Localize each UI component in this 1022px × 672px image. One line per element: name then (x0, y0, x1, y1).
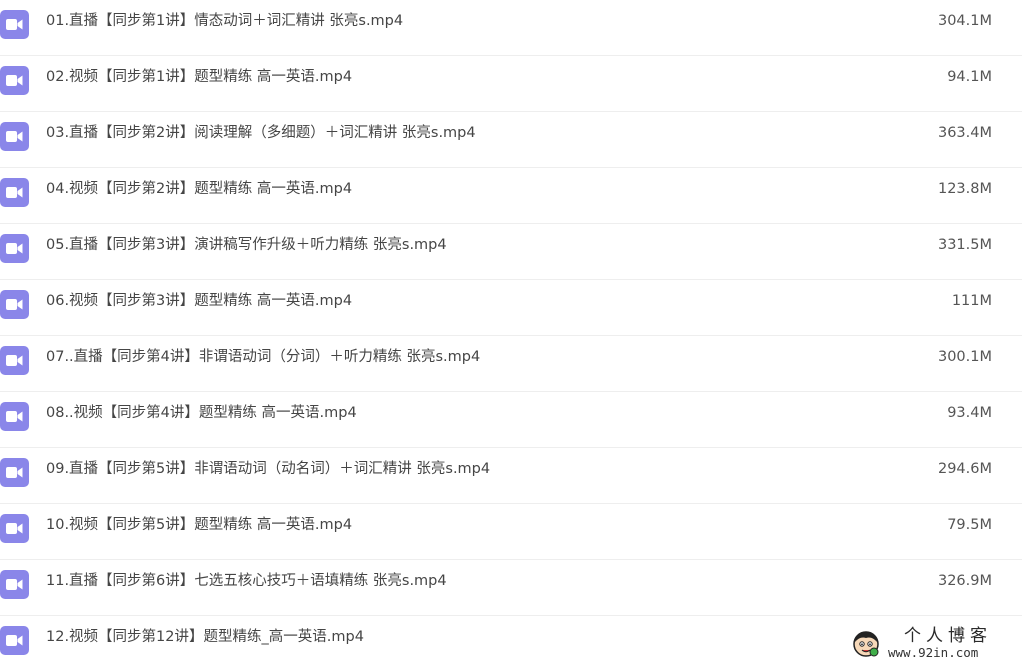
file-name[interactable]: 02.视频【同步第1讲】题型精练 高一英语.mp4 (46, 67, 352, 87)
file-size: 326.9M (937, 573, 992, 589)
video-icon (0, 458, 29, 487)
file-row[interactable]: 07..直播【同步第4讲】非谓语动词（分词）＋听力精练 张亮s.mp4 300.… (0, 336, 1022, 392)
file-size: 304.1M (937, 13, 992, 29)
file-size: 94.1M (947, 69, 992, 85)
file-row[interactable]: 09.直播【同步第5讲】非谓语动词（动名词）＋词汇精讲 张亮s.mp4 294.… (0, 448, 1022, 504)
video-icon (0, 570, 29, 599)
watermark: 个人博客 www.92in.com (852, 626, 1012, 662)
file-row[interactable]: 05.直播【同步第3讲】演讲稿写作升级＋听力精练 张亮s.mp4 331.5M (0, 224, 1022, 280)
file-size: 294.6M (937, 461, 992, 477)
file-size: 123.8M (937, 181, 992, 197)
watermark-title: 个人博客 (904, 626, 992, 646)
file-size: 331.5M (937, 237, 992, 253)
file-name[interactable]: 09.直播【同步第5讲】非谓语动词（动名词）＋词汇精讲 张亮s.mp4 (46, 459, 490, 479)
video-icon (0, 178, 29, 207)
file-row[interactable]: 11.直播【同步第6讲】七选五核心技巧＋语填精练 张亮s.mp4 326.9M (0, 560, 1022, 616)
video-icon (0, 122, 29, 151)
file-row[interactable]: 08..视频【同步第4讲】题型精练 高一英语.mp4 93.4M (0, 392, 1022, 448)
watermark-url: www.92in.com (888, 645, 979, 660)
file-name[interactable]: 03.直播【同步第2讲】阅读理解（多细题）＋词汇精讲 张亮s.mp4 (46, 123, 476, 143)
file-size: 93.4M (947, 405, 992, 421)
file-row[interactable]: 10.视频【同步第5讲】题型精练 高一英语.mp4 79.5M (0, 504, 1022, 560)
file-name[interactable]: 12.视频【同步第12讲】题型精练_高一英语.mp4 (46, 627, 364, 647)
video-icon (0, 66, 29, 95)
file-size: 300.1M (937, 349, 992, 365)
video-icon (0, 626, 29, 655)
file-row[interactable]: 04.视频【同步第2讲】题型精练 高一英语.mp4 123.8M (0, 168, 1022, 224)
cartoon-face-logo-icon (852, 630, 880, 658)
file-row[interactable]: 06.视频【同步第3讲】题型精练 高一英语.mp4 111M (0, 280, 1022, 336)
file-row[interactable]: 01.直播【同步第1讲】情态动词＋词汇精讲 张亮s.mp4 304.1M (0, 0, 1022, 56)
video-icon (0, 290, 29, 319)
video-icon (0, 234, 29, 263)
video-icon (0, 402, 29, 431)
file-name[interactable]: 07..直播【同步第4讲】非谓语动词（分词）＋听力精练 张亮s.mp4 (46, 347, 480, 367)
file-name[interactable]: 05.直播【同步第3讲】演讲稿写作升级＋听力精练 张亮s.mp4 (46, 235, 447, 255)
file-name[interactable]: 10.视频【同步第5讲】题型精练 高一英语.mp4 (46, 515, 352, 535)
file-name[interactable]: 11.直播【同步第6讲】七选五核心技巧＋语填精练 张亮s.mp4 (46, 571, 447, 591)
file-size: 111M (951, 293, 992, 309)
file-row[interactable]: 03.直播【同步第2讲】阅读理解（多细题）＋词汇精讲 张亮s.mp4 363.4… (0, 112, 1022, 168)
file-size: 79.5M (947, 517, 992, 533)
video-icon (0, 346, 29, 375)
file-name[interactable]: 08..视频【同步第4讲】题型精练 高一英语.mp4 (46, 403, 357, 423)
file-list: 01.直播【同步第1讲】情态动词＋词汇精讲 张亮s.mp4 304.1M 02.… (0, 0, 1022, 672)
video-icon (0, 10, 29, 39)
video-icon (0, 514, 29, 543)
file-row[interactable]: 02.视频【同步第1讲】题型精练 高一英语.mp4 94.1M (0, 56, 1022, 112)
file-name[interactable]: 04.视频【同步第2讲】题型精练 高一英语.mp4 (46, 179, 352, 199)
file-size: 363.4M (937, 125, 992, 141)
file-name[interactable]: 06.视频【同步第3讲】题型精练 高一英语.mp4 (46, 291, 352, 311)
file-name[interactable]: 01.直播【同步第1讲】情态动词＋词汇精讲 张亮s.mp4 (46, 11, 403, 31)
